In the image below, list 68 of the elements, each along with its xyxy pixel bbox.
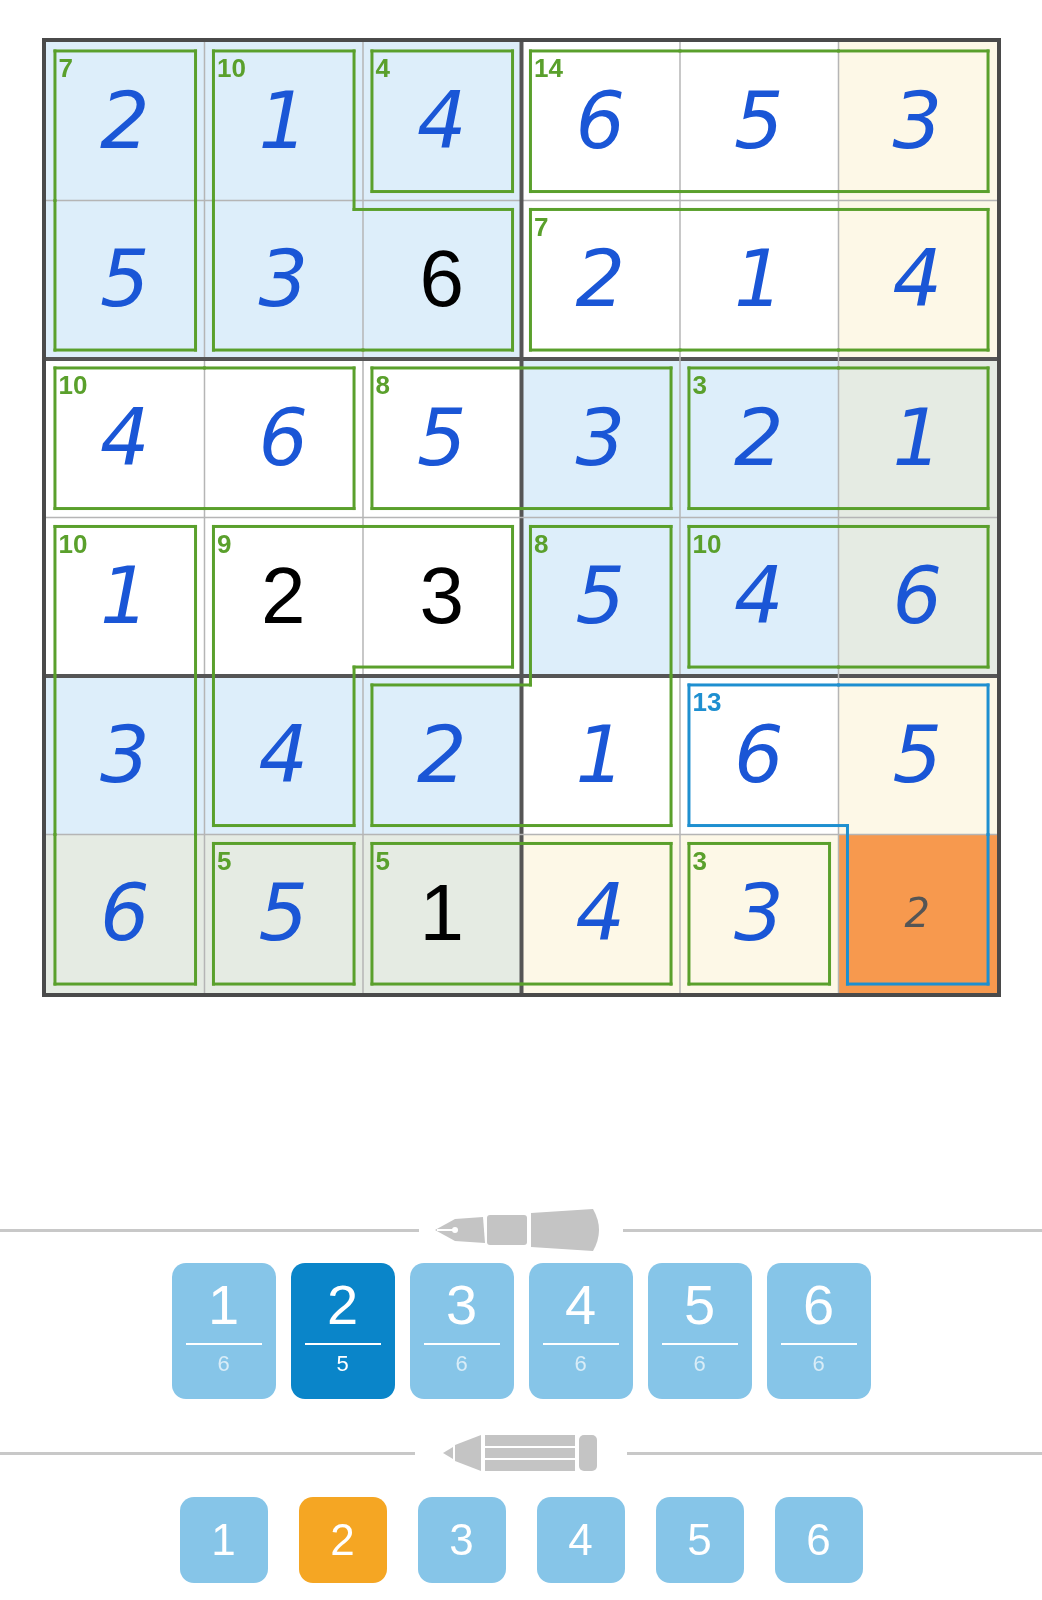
cell-digit: 3 xyxy=(99,715,150,794)
cell-digit: 6 xyxy=(419,239,464,320)
cell-digit: 1 xyxy=(892,398,943,477)
cage-sum: 10 xyxy=(58,372,88,398)
cell-digit: 2 xyxy=(575,240,626,319)
sudoku-cell[interactable]: 5 xyxy=(45,199,204,359)
cage-sum: 14 xyxy=(534,55,563,81)
cell-digit: 1 xyxy=(258,81,309,160)
cell-digit: 3 xyxy=(419,556,464,637)
cell-digit: 5 xyxy=(258,874,309,953)
cell-digit: 4 xyxy=(416,81,467,160)
pencil-mark: 2 xyxy=(904,893,930,934)
cage-sum: 4 xyxy=(375,55,390,81)
cell-digit: 4 xyxy=(892,240,943,319)
cell-digit: 5 xyxy=(892,715,943,794)
cage-sum: 7 xyxy=(58,55,73,81)
cage-sum: 3 xyxy=(692,372,707,398)
sudoku-cell[interactable]: 6 xyxy=(838,516,997,676)
sudoku-cell[interactable]: 4 xyxy=(521,833,680,993)
cage-sum: 7 xyxy=(534,213,549,240)
cage-sum: 13 xyxy=(692,689,722,715)
cell-digit: 2 xyxy=(99,81,150,160)
cell-digit: 5 xyxy=(416,398,467,477)
cell-digit: 3 xyxy=(892,81,943,160)
digit-button[interactable]: 2 5 xyxy=(290,1263,395,1399)
cell-digit: 4 xyxy=(258,715,309,794)
cell-digit: 4 xyxy=(575,874,626,953)
sudoku-cell[interactable]: 4 xyxy=(204,676,363,834)
cage-sum: 5 xyxy=(217,847,232,874)
sudoku-cell[interactable]: 6 xyxy=(362,199,521,359)
cell-digit: 2 xyxy=(416,715,467,794)
cell-digit: 5 xyxy=(99,240,150,319)
cell-digit: 3 xyxy=(258,240,309,319)
cell-digit: 1 xyxy=(733,240,784,319)
cage-sum: 5 xyxy=(375,847,390,874)
sudoku-cell[interactable]: 3 xyxy=(521,359,680,517)
cell-digit: 5 xyxy=(733,81,784,160)
cell-digit: 4 xyxy=(99,398,150,477)
cell-digit: 4 xyxy=(733,557,784,636)
sudoku-cell[interactable]: 6 xyxy=(45,833,204,993)
cage-sum: 8 xyxy=(534,530,549,557)
sudoku-cell[interactable]: 2 xyxy=(362,676,521,834)
cage-sum: 3 xyxy=(692,847,707,874)
cage-sum: 8 xyxy=(375,372,390,398)
cell-digit: 6 xyxy=(99,874,150,953)
sudoku-cell[interactable]: 4 xyxy=(838,199,997,359)
cell-digit: 6 xyxy=(733,715,784,794)
sudoku-cell[interactable]: 3 xyxy=(45,676,204,834)
cell-digit: 1 xyxy=(99,557,150,636)
cell-digit: 1 xyxy=(575,715,626,794)
sudoku-cell[interactable]: 3 xyxy=(838,42,997,200)
cell-digit: 2 xyxy=(733,398,784,477)
cell-digit: 1 xyxy=(419,873,464,954)
cage-sum: 10 xyxy=(692,530,722,557)
cell-digit: 5 xyxy=(575,557,626,636)
cell-digit: 6 xyxy=(258,398,309,477)
cell-digit: 6 xyxy=(892,557,943,636)
cell-digit: 6 xyxy=(575,81,626,160)
cell-digit: 3 xyxy=(575,398,626,477)
cell-digit: 2 xyxy=(261,556,306,637)
cage-sum: 9 xyxy=(217,530,232,557)
sudoku-cell[interactable]: 2 xyxy=(838,833,997,993)
cell-digit: 3 xyxy=(733,874,784,953)
sudoku-cell[interactable]: 1 xyxy=(838,359,997,517)
sudoku-cell[interactable]: 3 xyxy=(204,199,363,359)
cage-sum: 10 xyxy=(58,530,88,557)
cage-sum: 10 xyxy=(217,55,246,81)
sudoku-cell[interactable]: 5 xyxy=(838,676,997,834)
